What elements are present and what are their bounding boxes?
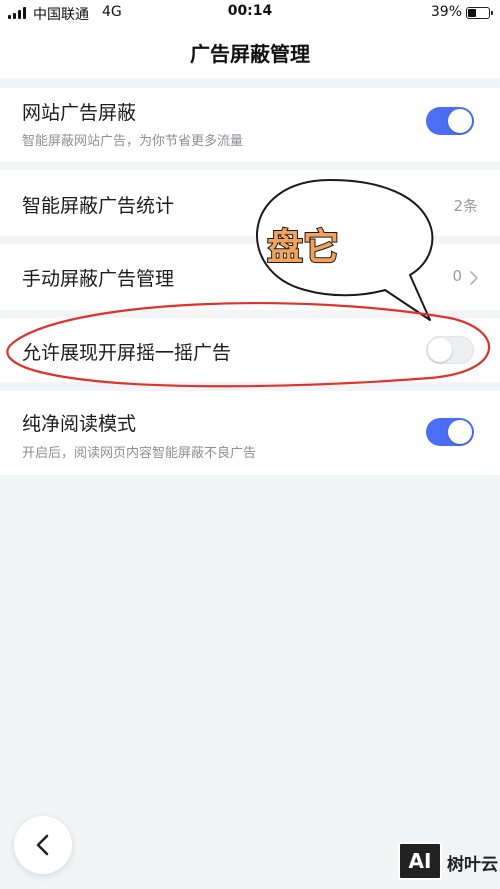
back-button[interactable]: [14, 816, 72, 874]
chevron-left-icon: [36, 834, 49, 856]
bubble-text: 盘它: [267, 226, 339, 268]
annotation-overlay: 盘它: [6, 179, 490, 388]
watermark-logo: AI: [398, 842, 442, 880]
watermark-logo-text: AI: [408, 849, 432, 873]
red-circle-annotation: [6, 302, 490, 388]
watermark-text: 树叶云: [447, 855, 498, 875]
